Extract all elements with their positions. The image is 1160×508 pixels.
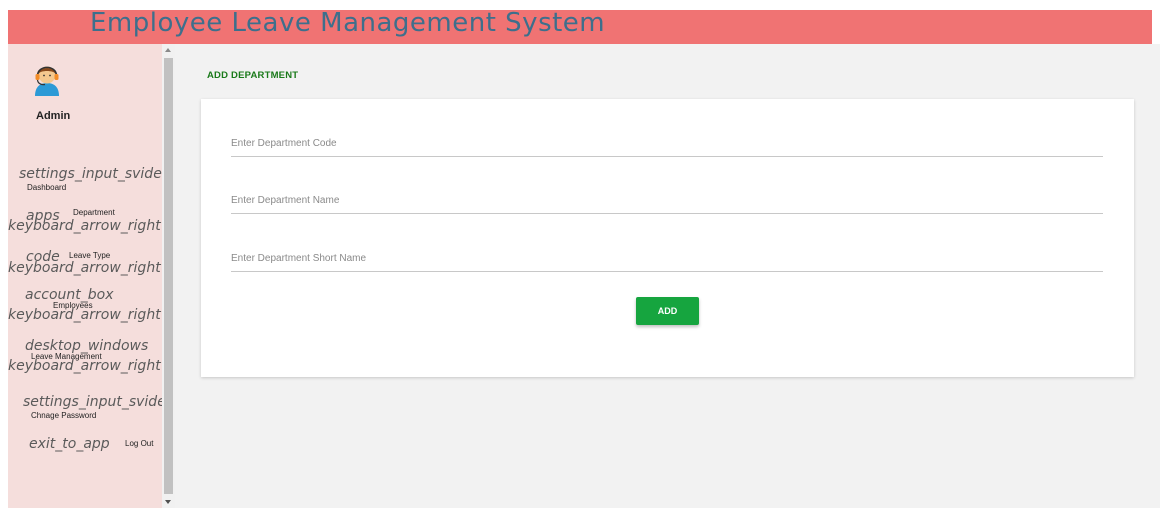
sidebar-item-log-out[interactable]: exit_to_app Log Out <box>8 434 162 462</box>
app-title: Employee Leave Management System <box>90 8 606 38</box>
scroll-up-arrow-icon[interactable] <box>165 48 171 52</box>
keyboard-arrow-right-icon: keyboard_arrow_right <box>8 307 161 323</box>
sidebar-item-department[interactable]: apps Department keyboard_arrow_right <box>8 204 162 238</box>
keyboard-arrow-right-icon: keyboard_arrow_right <box>8 218 161 234</box>
sidebar-item-label: Log Out <box>125 439 154 448</box>
user-name: Admin <box>36 110 71 122</box>
sidebar: Admin settings_input_svideo Dashboard ap… <box>8 44 162 508</box>
sidebar-item-dashboard[interactable]: settings_input_svideo Dashboard <box>8 162 162 196</box>
sidebar-item-label: Department <box>73 208 115 217</box>
exit-to-app-icon: exit_to_app <box>29 436 110 452</box>
add-button[interactable]: ADD <box>636 297 699 325</box>
sidebar-item-label: Dashboard <box>27 183 67 192</box>
sidebar-item-label: Leave Type <box>69 251 111 260</box>
sidebar-item-label: Chnage Password <box>31 411 97 420</box>
page-title: ADD DEPARTMENT <box>207 70 299 81</box>
department-name-input[interactable] <box>231 187 1103 214</box>
keyboard-arrow-right-icon: keyboard_arrow_right <box>8 260 161 276</box>
sidebar-item-employees[interactable]: account_box Employees keyboard_arrow_rig… <box>8 287 162 327</box>
settings-input-svideo-icon: settings_input_svideo <box>19 166 162 182</box>
department-short-name-input[interactable] <box>231 245 1103 272</box>
sidebar-item-change-password[interactable]: settings_input_svideo Chnage Password <box>8 394 162 428</box>
sidebar-item-leave-type[interactable]: code Leave Type keyboard_arrow_right <box>8 247 162 281</box>
add-department-form: ADD <box>201 99 1134 377</box>
scroll-thumb[interactable] <box>164 58 173 494</box>
support-agent-avatar-icon <box>35 66 59 96</box>
main-content: ADD DEPARTMENT ADD <box>175 44 1160 508</box>
department-code-input[interactable] <box>231 130 1103 157</box>
keyboard-arrow-right-icon: keyboard_arrow_right <box>8 358 161 374</box>
scroll-down-arrow-icon[interactable] <box>165 500 171 504</box>
sidebar-item-leave-management[interactable]: desktop_windows Leave Management keyboar… <box>8 338 162 378</box>
app-header: Employee Leave Management System <box>8 8 1152 44</box>
settings-input-svideo-icon: settings_input_svideo <box>23 394 162 410</box>
sidebar-scrollbar[interactable] <box>162 44 175 508</box>
